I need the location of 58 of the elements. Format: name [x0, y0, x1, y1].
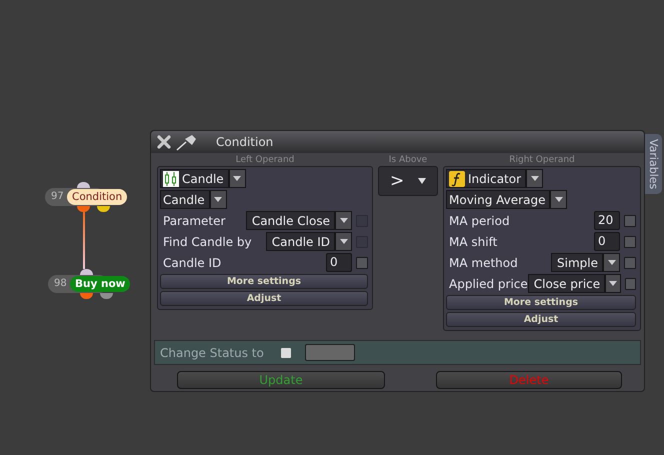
dropdown-button[interactable]: [603, 253, 620, 272]
dropdown-button[interactable]: [228, 169, 246, 188]
number-field[interactable]: 0: [326, 253, 352, 272]
checkbox[interactable]: [356, 256, 368, 268]
caret-icon: [233, 176, 242, 181]
node-label[interactable]: Condition: [67, 189, 128, 205]
window-title: Condition: [216, 135, 274, 149]
node-label[interactable]: Buy now: [70, 276, 130, 292]
pin-icon[interactable]: [176, 133, 198, 151]
subtype-select[interactable]: Moving Average: [446, 190, 550, 209]
close-icon[interactable]: [156, 134, 172, 150]
parameter-label: Applied price: [449, 276, 528, 290]
dropdown-button[interactable]: [605, 274, 621, 293]
number-field[interactable]: 20: [594, 211, 620, 230]
caret-icon: [608, 260, 616, 265]
status-field[interactable]: [304, 344, 355, 361]
column-heading: Is Above: [388, 155, 428, 166]
number-field[interactable]: 0: [594, 232, 620, 251]
dropdown-button[interactable]: [550, 190, 568, 209]
subtype-select[interactable]: Candle: [160, 190, 210, 209]
caret-icon: [340, 218, 348, 223]
parameter-label: Parameter: [163, 214, 226, 228]
panel-button[interactable]: More settings: [446, 295, 636, 310]
dropdown-button[interactable]: [526, 169, 544, 188]
checkbox[interactable]: [624, 214, 636, 226]
caret-icon: [530, 176, 539, 181]
dropdown-button[interactable]: [335, 232, 352, 251]
panel-button[interactable]: More settings: [160, 274, 368, 289]
caret-icon: [214, 197, 222, 202]
parameter-label: MA period: [449, 214, 511, 228]
parameter-label: Candle ID: [163, 256, 222, 270]
variables-tab[interactable]: Variables: [645, 134, 662, 194]
type-select[interactable]: Indicator: [446, 169, 526, 188]
caret-icon: [609, 281, 618, 286]
parameter-select[interactable]: Close price: [528, 274, 606, 293]
dropdown-button[interactable]: [210, 190, 227, 209]
parameter-select[interactable]: Simple: [551, 253, 603, 272]
candlestick-icon: [163, 170, 179, 186]
checkbox[interactable]: [280, 348, 291, 358]
parameter-label: MA method: [449, 256, 519, 270]
column-heading: Right Operand: [508, 155, 576, 166]
status-label: Change Status to: [160, 346, 264, 360]
parameter-label: MA shift: [449, 234, 498, 248]
caret-icon: [554, 197, 563, 202]
panel-button[interactable]: Adjust: [160, 291, 368, 306]
checkbox[interactable]: [624, 278, 636, 290]
panel-button[interactable]: Adjust: [446, 312, 636, 327]
function-icon: [449, 170, 465, 186]
caret-icon: [340, 239, 348, 244]
parameter-label: Find Candle by: [163, 234, 253, 248]
column-heading: Left Operand: [234, 155, 296, 166]
dropdown-button[interactable]: [335, 211, 352, 230]
operator-select[interactable]: >: [378, 166, 438, 196]
connector-line: [83, 212, 85, 269]
checkbox[interactable]: [624, 256, 636, 268]
checkbox[interactable]: [624, 236, 636, 248]
caret-icon: [418, 178, 426, 184]
type-select[interactable]: Candle: [160, 169, 229, 188]
